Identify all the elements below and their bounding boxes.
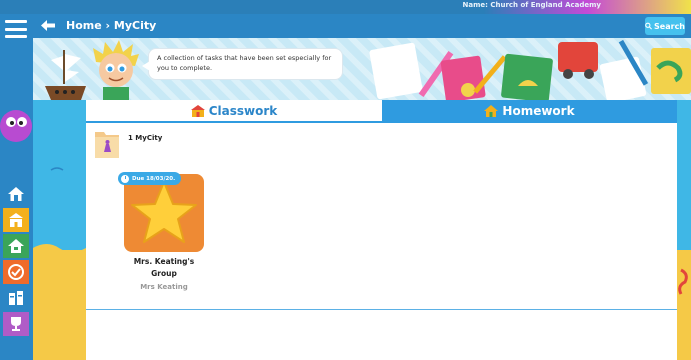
trophy-icon xyxy=(11,317,21,331)
home-icon xyxy=(8,187,24,201)
avatar xyxy=(93,40,139,100)
school-icon xyxy=(190,105,205,117)
star-icon xyxy=(131,181,197,243)
back-arrow-icon[interactable] xyxy=(41,20,55,31)
due-date: Due 18/03/20. xyxy=(132,175,176,182)
books-icon xyxy=(9,291,23,305)
stationery-decoration xyxy=(369,39,691,100)
folder-label[interactable]: 1 MyCity xyxy=(128,134,162,142)
search-button[interactable]: Search xyxy=(645,17,685,35)
banner: A collection of tasks that have been set… xyxy=(33,38,691,100)
checkmark-icon xyxy=(8,264,24,280)
task-title-line1: Mrs. Keating's xyxy=(133,257,195,266)
left-decoration xyxy=(33,100,86,360)
nav-house-button[interactable] xyxy=(3,234,29,258)
tab-homework[interactable]: Homework xyxy=(382,100,677,122)
nav-trophy-button[interactable] xyxy=(3,312,29,336)
task-title[interactable]: Mrs. Keating's Group xyxy=(104,256,224,279)
hamburger-icon[interactable] xyxy=(5,20,27,38)
banner-message: A collection of tasks that have been set… xyxy=(142,48,343,80)
divider xyxy=(86,309,677,310)
nav-home-button[interactable] xyxy=(3,182,29,206)
task-title-line2: Group xyxy=(151,268,177,278)
nav-check-button[interactable] xyxy=(3,260,29,284)
pirate-ship-illustration xyxy=(45,50,86,100)
search-icon xyxy=(645,22,652,30)
right-decoration xyxy=(677,100,691,360)
house-icon xyxy=(484,105,499,117)
nav-school-button[interactable] xyxy=(3,208,29,232)
school-icon xyxy=(9,213,23,227)
task-card[interactable] xyxy=(124,174,204,252)
tab-classwork-label: Classwork xyxy=(208,104,278,118)
monster-decoration xyxy=(0,110,32,142)
breadcrumb[interactable]: Home › MyCity xyxy=(66,19,156,32)
search-label: Search xyxy=(654,21,685,31)
left-nav xyxy=(0,14,33,360)
tab-classwork[interactable]: Classwork xyxy=(86,100,382,122)
due-badge: Due 18/03/20. xyxy=(118,172,182,185)
header-bar: Home › MyCity Search xyxy=(33,14,691,38)
clock-icon xyxy=(121,174,129,183)
house-share-icon xyxy=(8,239,24,253)
top-strip: Name: Church of England Academy xyxy=(0,0,691,14)
tab-underline xyxy=(86,121,677,123)
nav-books-button[interactable] xyxy=(3,286,29,310)
tab-homework-label: Homework xyxy=(502,104,575,118)
folder-icon[interactable] xyxy=(95,128,119,158)
org-name: Name: Church of England Academy xyxy=(462,1,601,9)
task-teacher: Mrs Keating xyxy=(140,283,188,291)
